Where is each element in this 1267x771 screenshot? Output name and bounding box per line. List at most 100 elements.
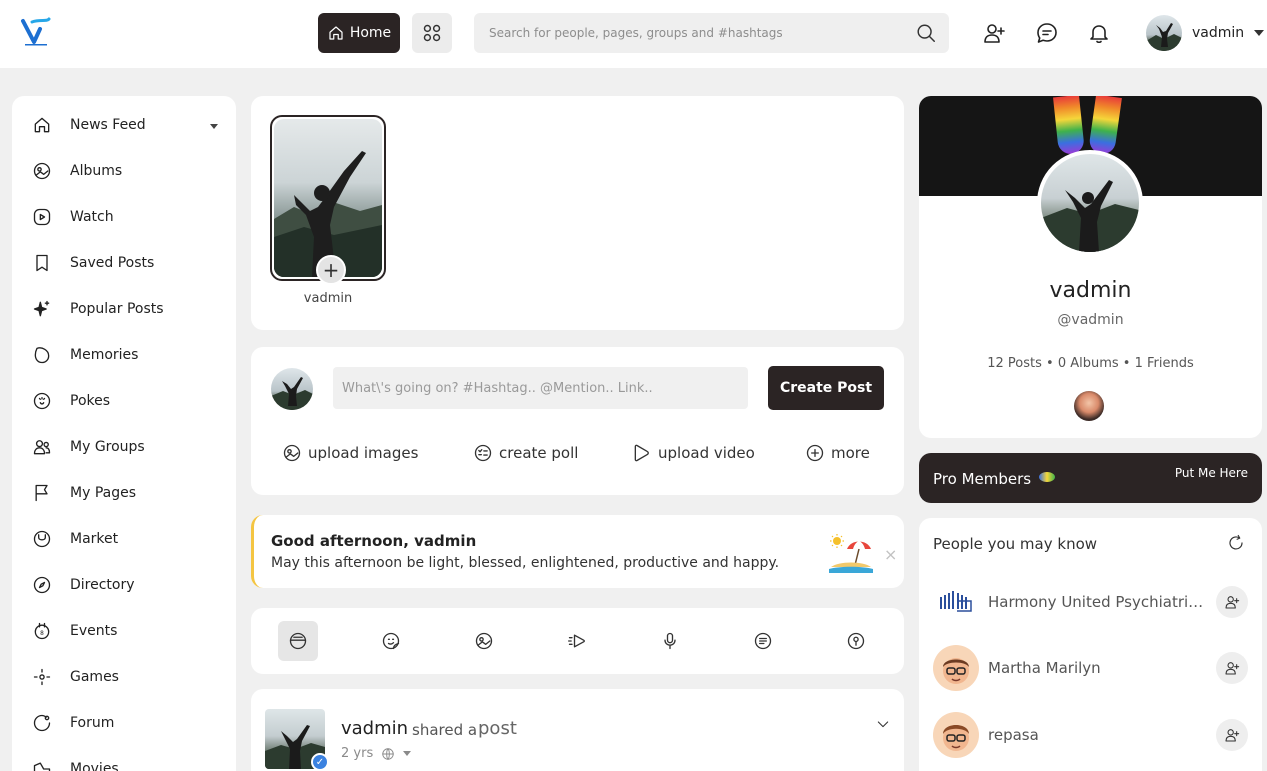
add-friend-button[interactable] xyxy=(1216,719,1248,751)
plus-icon: + xyxy=(322,258,340,282)
friend-avatar[interactable] xyxy=(1074,391,1104,421)
sidebar-item-movies[interactable]: Movies xyxy=(32,754,222,771)
sparkle-icon xyxy=(32,299,52,319)
profile-stats: 12 Posts • 0 Albums • 1 Friends xyxy=(987,356,1194,371)
poll-icon xyxy=(473,443,493,463)
user-name: vadmin xyxy=(1192,25,1245,41)
home-button-label: Home xyxy=(349,25,392,41)
home-button[interactable]: Home xyxy=(318,13,400,53)
greeting-message: May this afternoon be light, blessed, en… xyxy=(271,555,780,571)
tab-photo-posts[interactable] xyxy=(464,621,504,661)
tab-video-posts[interactable] xyxy=(557,621,597,661)
list-item[interactable]: Martha Marilyn xyxy=(933,645,1253,691)
left-sidebar: News Feed Albums Watch Saved Posts Popul… xyxy=(12,96,236,771)
sidebar-item-memories[interactable]: Memories xyxy=(32,340,222,370)
tab-text-posts[interactable] xyxy=(371,621,411,661)
sidebar-item-market[interactable]: Market xyxy=(32,524,222,554)
story-username: vadmin xyxy=(303,291,353,306)
search-input[interactable] xyxy=(474,13,894,53)
search-icon[interactable] xyxy=(915,22,937,44)
add-user-icon xyxy=(1224,594,1240,610)
add-friend-button[interactable] xyxy=(1216,586,1248,618)
post-timestamp: 2 yrs xyxy=(341,746,374,761)
globe-icon[interactable] xyxy=(381,747,395,761)
sidebar-item-news-feed[interactable]: News Feed xyxy=(32,110,222,140)
tab-location-posts[interactable] xyxy=(836,621,876,661)
sidebar-item-watch[interactable]: Watch xyxy=(32,202,222,232)
suggested-user-name[interactable]: Martha Marilyn xyxy=(988,659,1208,677)
sidebar-item-label: Movies xyxy=(70,761,119,771)
sidebar-item-forum[interactable]: Forum xyxy=(32,708,222,738)
album-icon xyxy=(32,161,52,181)
microphone-icon xyxy=(660,631,680,651)
post-author-name[interactable]: vadmin xyxy=(341,718,408,739)
sidebar-item-my-pages[interactable]: My Pages xyxy=(32,478,222,508)
list-item[interactable]: repasa xyxy=(933,712,1253,758)
suggested-user-name[interactable]: repasa xyxy=(988,726,1208,744)
sidebar-item-games[interactable]: Games xyxy=(32,662,222,692)
site-logo[interactable] xyxy=(20,16,52,48)
refresh-icon[interactable] xyxy=(1227,534,1245,552)
profile-name[interactable]: vadmin xyxy=(919,278,1262,303)
close-greeting-button[interactable]: × xyxy=(884,545,897,564)
greeting-banner: Good afternoon, vadmin May this afternoo… xyxy=(251,515,904,588)
tab-audio-posts[interactable] xyxy=(650,621,690,661)
rocket-emoji-icon xyxy=(1039,472,1055,482)
upload-images-button[interactable]: upload images xyxy=(282,443,418,463)
user-menu-caret-icon xyxy=(1254,30,1265,36)
post-composer-card: Create Post upload images create poll up… xyxy=(251,347,904,495)
profile-card: vadmin @vadmin 12 Posts • 0 Albums • 1 F… xyxy=(919,96,1262,438)
compass-icon xyxy=(32,575,52,595)
notifications-bell-icon[interactable] xyxy=(1087,21,1111,45)
messages-icon[interactable] xyxy=(1035,21,1059,45)
people-you-may-know-card: People you may know Harmony United Psych… xyxy=(919,518,1262,771)
upload-video-label: upload video xyxy=(658,444,755,462)
story-thumbnail[interactable]: + xyxy=(270,115,386,285)
sidebar-item-popular-posts[interactable]: Popular Posts xyxy=(32,294,222,324)
add-story-button[interactable]: + xyxy=(316,255,346,285)
cover-art xyxy=(1053,96,1085,156)
sidebar-item-albums[interactable]: Albums xyxy=(32,156,222,186)
sidebar-item-pokes[interactable]: Pokes xyxy=(32,386,222,416)
home-icon xyxy=(327,24,345,42)
profile-avatar[interactable] xyxy=(1037,150,1143,256)
photo-icon xyxy=(474,631,494,651)
movies-icon xyxy=(32,759,52,771)
play-video-icon xyxy=(567,631,587,651)
beach-umbrella-icon xyxy=(829,533,873,573)
put-me-here-link[interactable]: Put Me Here xyxy=(1175,466,1248,480)
create-poll-label: create poll xyxy=(499,444,579,462)
suggested-user-avatar xyxy=(933,645,979,691)
add-friend-button[interactable] xyxy=(1216,652,1248,684)
tab-all-posts[interactable] xyxy=(278,621,318,661)
post-options-chevron-icon[interactable] xyxy=(875,716,891,732)
create-post-button[interactable]: Create Post xyxy=(768,366,884,410)
suggested-user-name[interactable]: Harmony United Psychiatric ... xyxy=(988,593,1208,611)
sidebar-item-label: Forum xyxy=(70,715,115,731)
more-options-button[interactable]: more xyxy=(805,443,870,463)
sidebar-item-events[interactable]: 8 Events xyxy=(32,616,222,646)
market-icon xyxy=(32,529,52,549)
sidebar-item-label: Popular Posts xyxy=(70,301,164,317)
apps-menu-button[interactable] xyxy=(412,13,452,53)
sidebar-item-label: My Groups xyxy=(70,439,145,455)
all-posts-icon xyxy=(288,631,308,651)
sidebar-item-directory[interactable]: Directory xyxy=(32,570,222,600)
news-feed-caret-icon[interactable] xyxy=(210,124,218,129)
upload-video-button[interactable]: upload video xyxy=(632,443,755,463)
user-menu[interactable]: vadmin xyxy=(1146,15,1265,51)
forum-icon xyxy=(32,713,52,733)
list-item[interactable]: Harmony United Psychiatric ... xyxy=(933,579,1253,625)
poke-icon xyxy=(32,391,52,411)
add-friend-icon[interactable] xyxy=(982,21,1006,45)
sidebar-item-saved-posts[interactable]: Saved Posts xyxy=(32,248,222,278)
post-text-input[interactable] xyxy=(333,367,748,409)
privacy-caret-icon[interactable] xyxy=(403,751,412,756)
create-poll-button[interactable]: create poll xyxy=(473,443,578,463)
post-type-link[interactable]: post xyxy=(478,718,517,739)
top-bar: Home vadmin xyxy=(0,0,1267,68)
tab-file-posts[interactable] xyxy=(743,621,783,661)
sidebar-item-my-groups[interactable]: My Groups xyxy=(32,432,222,462)
sidebar-item-label: Saved Posts xyxy=(70,255,155,271)
sidebar-item-label: Market xyxy=(70,531,119,547)
